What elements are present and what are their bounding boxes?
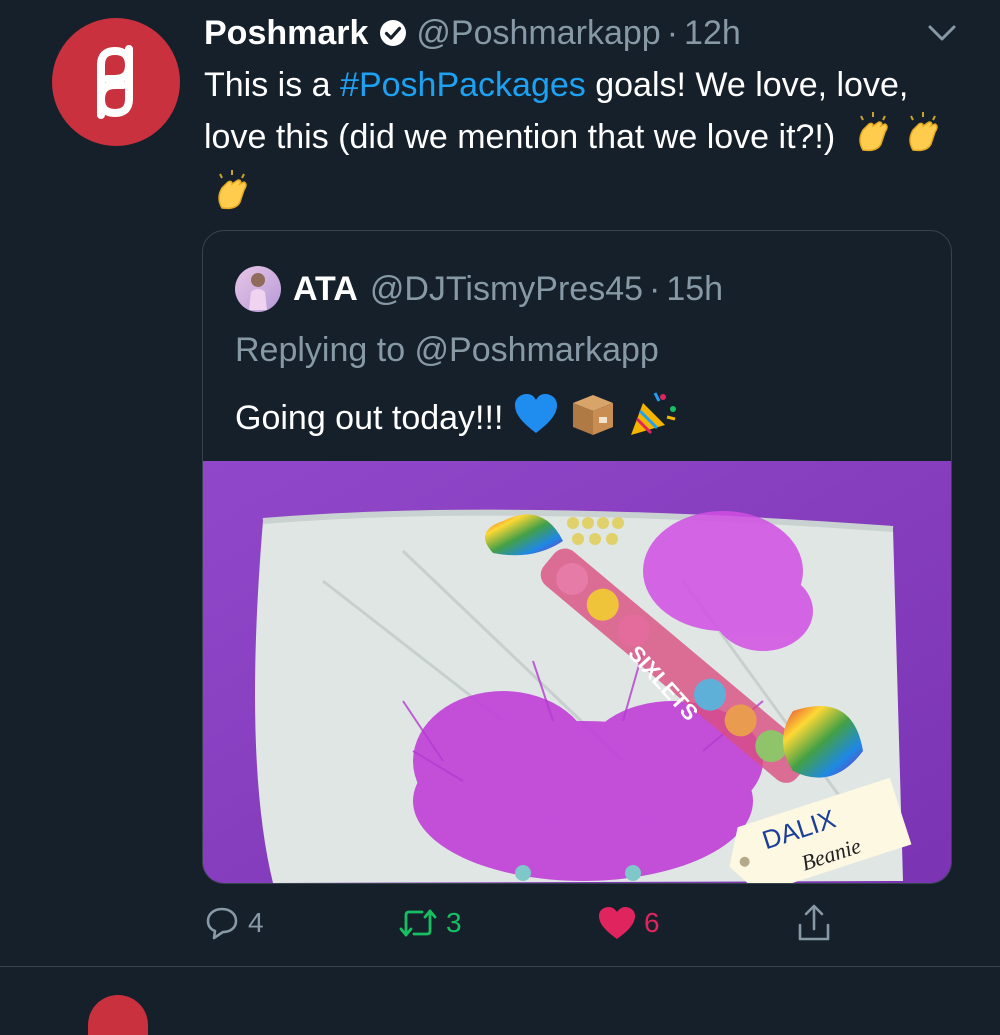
package-photo: SIXLETS DALIX Beanie — [203, 461, 951, 883]
retweet-count: 3 — [446, 907, 462, 938]
tweet-actions: 4 3 6 — [0, 895, 1000, 955]
next-tweet-preview[interactable] — [0, 967, 1000, 1035]
share-action[interactable] — [796, 895, 832, 951]
tweet[interactable]: Poshmark @Poshmarkapp · 12h This is a #P… — [0, 0, 1000, 965]
tweet-text: This is a #PoshPackages goals! We love, … — [204, 60, 974, 226]
author-handle[interactable]: @Poshmarkapp — [416, 14, 660, 53]
reply-icon — [206, 907, 238, 940]
next-tweet-avatar[interactable] — [88, 995, 148, 1035]
package-icon — [569, 391, 617, 446]
tweet-header: Poshmark @Poshmarkapp · 12h — [204, 8, 741, 58]
quoted-author-avatar[interactable] — [235, 266, 281, 312]
share-icon — [798, 904, 830, 941]
verified-badge-icon — [378, 18, 408, 48]
like-count: 6 — [644, 907, 660, 938]
party-popper-icon — [627, 389, 679, 448]
quoted-author-name[interactable]: ATA — [293, 270, 358, 309]
quoted-tweet-text: Going out today!!! — [235, 399, 504, 437]
quoted-author-handle[interactable]: @DJTismyPres45 — [370, 270, 643, 309]
heart-icon — [599, 907, 635, 939]
retweet-action[interactable]: 3 — [398, 895, 462, 951]
quoted-tweet-header: ATA @DJTismyPres45 · 15h — [235, 266, 723, 312]
hashtag-link[interactable]: #PoshPackages — [340, 66, 586, 104]
separator-dot: · — [666, 13, 679, 52]
like-action[interactable]: 6 — [598, 895, 660, 951]
reply-count: 4 — [248, 907, 264, 938]
poshmark-avatar[interactable] — [52, 18, 180, 146]
reply-action[interactable]: 4 — [204, 895, 264, 951]
separator-dot: · — [649, 269, 661, 308]
person-photo-icon — [249, 273, 267, 310]
clapping-hands-icon — [210, 168, 254, 226]
tweet-text-start: This is a — [204, 66, 341, 104]
quoted-tweet-text-row: Going out today!!! — [235, 389, 679, 448]
blue-heart-icon — [513, 393, 559, 444]
poshmark-logo-icon — [96, 45, 134, 119]
replying-to-text: Replying to @Poshmarkapp — [235, 331, 659, 369]
quoted-tweet-time[interactable]: 15h — [666, 270, 723, 309]
quoted-tweet[interactable]: ATA @DJTismyPres45 · 15h Replying to @Po… — [202, 230, 952, 884]
retweet-icon — [399, 909, 437, 937]
clapping-hands-icon — [851, 110, 895, 168]
quoted-tweet-photo[interactable]: SIXLETS DALIX Beanie — [203, 461, 951, 883]
tweet-time[interactable]: 12h — [684, 14, 741, 53]
chevron-down-icon[interactable] — [924, 18, 960, 48]
author-name[interactable]: Poshmark — [204, 14, 368, 53]
clapping-hands-icon — [901, 110, 945, 168]
